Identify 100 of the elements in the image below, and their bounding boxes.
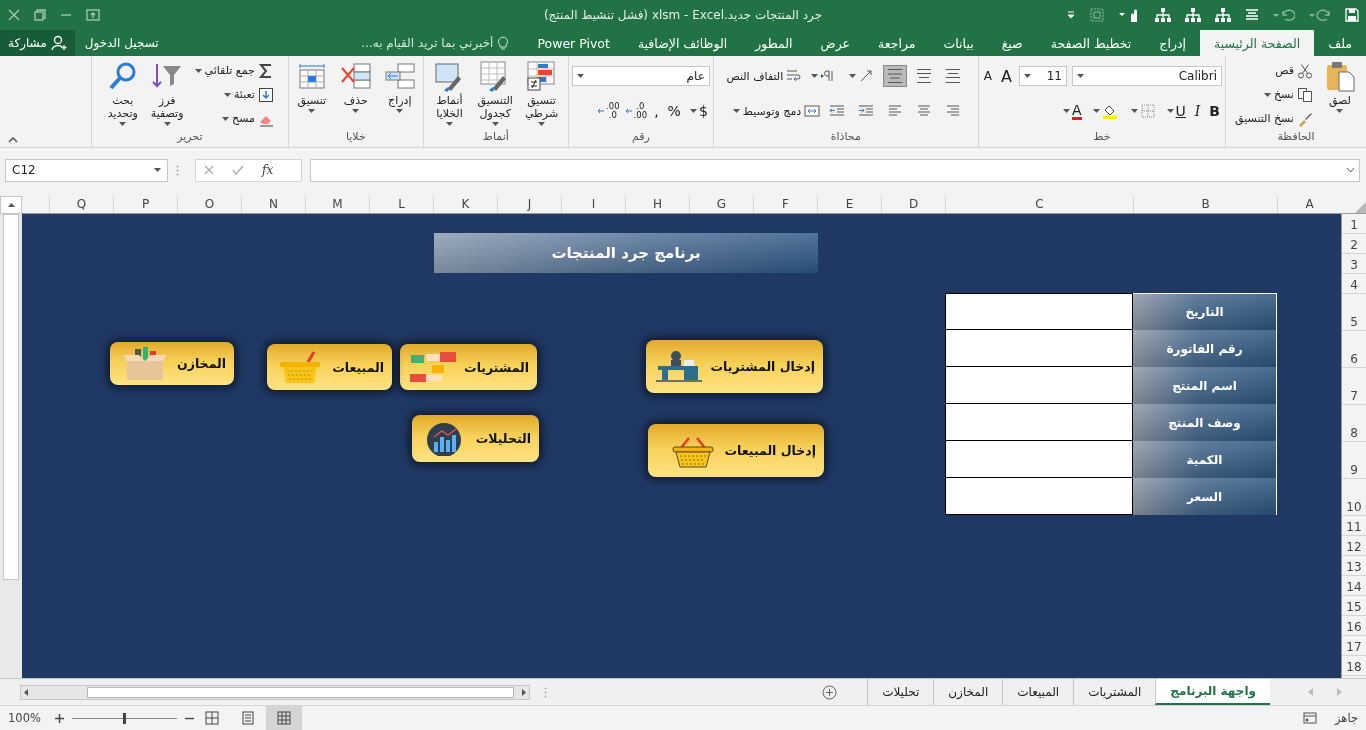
column-header[interactable]: N <box>241 196 305 213</box>
column-header[interactable]: H <box>625 196 689 213</box>
ribbon-button[interactable]: قص <box>1235 60 1313 81</box>
row-header[interactable]: 11 <box>1342 516 1366 536</box>
sheet-tab[interactable]: واجهة البرنامج <box>1155 679 1270 705</box>
zoom-in-icon[interactable] <box>54 713 64 723</box>
column-header[interactable]: K <box>433 196 497 213</box>
column-header[interactable]: Q <box>49 196 113 213</box>
name-box[interactable]: C12 <box>5 158 168 182</box>
row-header[interactable]: 13 <box>1342 556 1366 576</box>
toolbar-button[interactable]: I <box>1192 103 1203 119</box>
redo-icon[interactable] <box>1309 9 1331 21</box>
ribbon-button[interactable]: أنماط الخلايا <box>432 60 467 126</box>
ribbon-tab[interactable]: الصفحة الرئيسية <box>1199 30 1315 56</box>
hierarchy-icon[interactable] <box>1185 8 1201 22</box>
row-header[interactable]: 6 <box>1342 331 1366 368</box>
row-header[interactable]: 1 <box>1342 214 1366 234</box>
undo-icon[interactable] <box>1273 9 1295 21</box>
row-header[interactable]: 5 <box>1342 294 1366 331</box>
menu-button[interactable]: المخازن <box>110 342 234 385</box>
row-header[interactable]: 3 <box>1342 254 1366 274</box>
row-header[interactable]: 2 <box>1342 234 1366 254</box>
toolbar-button[interactable]: , <box>652 103 661 119</box>
column-header[interactable]: M <box>305 196 369 213</box>
ribbon-tab[interactable]: Power Pivot <box>523 30 624 56</box>
ribbon-tab[interactable]: مراجعة <box>864 30 930 56</box>
ribbon-button[interactable]: دمج وتوسيط <box>732 100 821 122</box>
ribbon-button[interactable]: التنسيق كجدول <box>476 60 514 126</box>
column-header[interactable]: G <box>689 196 753 213</box>
ribbon-button[interactable]: تنسيق شرطي <box>523 60 560 126</box>
row-header[interactable]: 8 <box>1342 405 1366 442</box>
menu-button[interactable]: إدخال المشتريات <box>646 340 823 393</box>
close-icon[interactable] <box>8 9 20 21</box>
column-header[interactable]: I <box>561 196 625 213</box>
lines-icon[interactable] <box>1245 9 1259 21</box>
formula-field[interactable] <box>310 158 1360 182</box>
insert-function-button[interactable]: fx <box>262 163 274 177</box>
ribbon-tab[interactable]: تخطيط الصفحة <box>1036 30 1146 56</box>
macro-icon[interactable] <box>1302 712 1317 724</box>
menu-button[interactable]: المبيعات <box>267 344 392 390</box>
cancel-icon[interactable] <box>204 165 214 175</box>
ribbon-button[interactable]: التفاف النص <box>726 65 803 87</box>
toolbar-button[interactable]: A <box>1060 102 1084 120</box>
view-button[interactable] <box>265 706 302 730</box>
ribbon-tab[interactable]: إدراج <box>1145 30 1200 56</box>
add-sheet-icon[interactable] <box>822 684 838 700</box>
ribbon-button[interactable]: لصق <box>1322 60 1357 113</box>
column-header[interactable]: O <box>177 196 241 213</box>
ribbon-tab[interactable]: الوظائف الإضافية <box>623 30 742 56</box>
ribbon-tab[interactable]: ملف <box>1314 30 1366 56</box>
toolbar-button[interactable]: A <box>981 69 995 83</box>
scroll-right-icon[interactable] <box>522 688 526 696</box>
row-header[interactable]: 14 <box>1342 576 1366 596</box>
toolbar-button[interactable] <box>883 65 908 87</box>
column-header[interactable]: P <box>113 196 177 213</box>
toolbar-button[interactable]: U <box>1164 103 1188 119</box>
toolbar-button[interactable]: A <box>999 66 1014 86</box>
menu-button[interactable]: التحليلات <box>411 415 539 462</box>
share-button[interactable]: مشاركة <box>0 30 75 56</box>
column-header[interactable]: F <box>753 196 817 213</box>
ribbon-button[interactable]: مسح <box>194 108 274 129</box>
enter-icon[interactable] <box>232 165 244 175</box>
scroll-up-icon[interactable] <box>7 203 15 207</box>
slider-thumb[interactable] <box>123 712 127 724</box>
row-header[interactable]: 10 <box>1342 479 1366 516</box>
chevron-up-icon[interactable] <box>8 137 18 143</box>
ribbon-button[interactable]: نسخ <box>1235 84 1313 105</box>
ribbon-button[interactable]: بحث وتحديد <box>105 60 140 126</box>
scroll-thumb[interactable] <box>3 214 19 580</box>
scroll-left-icon[interactable] <box>24 688 28 696</box>
column-header[interactable]: E <box>817 196 881 213</box>
toolbar-button[interactable]: .00 .0 <box>597 102 620 120</box>
ribbon-button[interactable]: تنسيق <box>294 60 329 113</box>
hierarchy-icon[interactable] <box>1155 8 1171 22</box>
toolbar-button[interactable]: % <box>665 103 683 119</box>
ribbon-button[interactable]: تعبئة <box>194 84 274 105</box>
restore-icon[interactable] <box>34 9 46 21</box>
toolbar-button[interactable]: $ <box>687 103 710 119</box>
dropdown-field[interactable]: 11 <box>1019 66 1067 86</box>
ribbon-display-icon[interactable] <box>86 9 100 21</box>
hierarchy-icon[interactable] <box>1215 8 1231 22</box>
ribbon-tab[interactable]: صيغ <box>987 30 1037 56</box>
row-header[interactable]: 15 <box>1342 596 1366 616</box>
row-header[interactable]: 17 <box>1342 636 1366 656</box>
column-header[interactable]: B <box>1133 196 1277 213</box>
toolbar-button[interactable]: B <box>1207 103 1222 119</box>
row-header[interactable]: 4 <box>1342 274 1366 294</box>
column-header[interactable]: D <box>881 196 945 213</box>
row-header[interactable]: 18 <box>1342 656 1366 676</box>
toolbar-button[interactable]: .0 .00 <box>624 102 648 120</box>
chevron-down-icon[interactable] <box>1346 167 1355 173</box>
ribbon-button[interactable]: نسخ التنسيق <box>1235 108 1313 129</box>
ribbon-tab[interactable]: المطور <box>741 30 807 56</box>
row-header[interactable]: 9 <box>1342 442 1366 479</box>
row-header[interactable]: 12 <box>1342 536 1366 556</box>
sign-in-button[interactable]: تسجيل الدخول <box>74 30 169 56</box>
dropdown-field[interactable]: Calibri <box>1072 66 1222 86</box>
ribbon-tab[interactable]: عرض <box>806 30 864 56</box>
ribbon-button[interactable]: إدراج <box>382 60 417 113</box>
menu-button[interactable]: المشتريات <box>400 344 537 390</box>
